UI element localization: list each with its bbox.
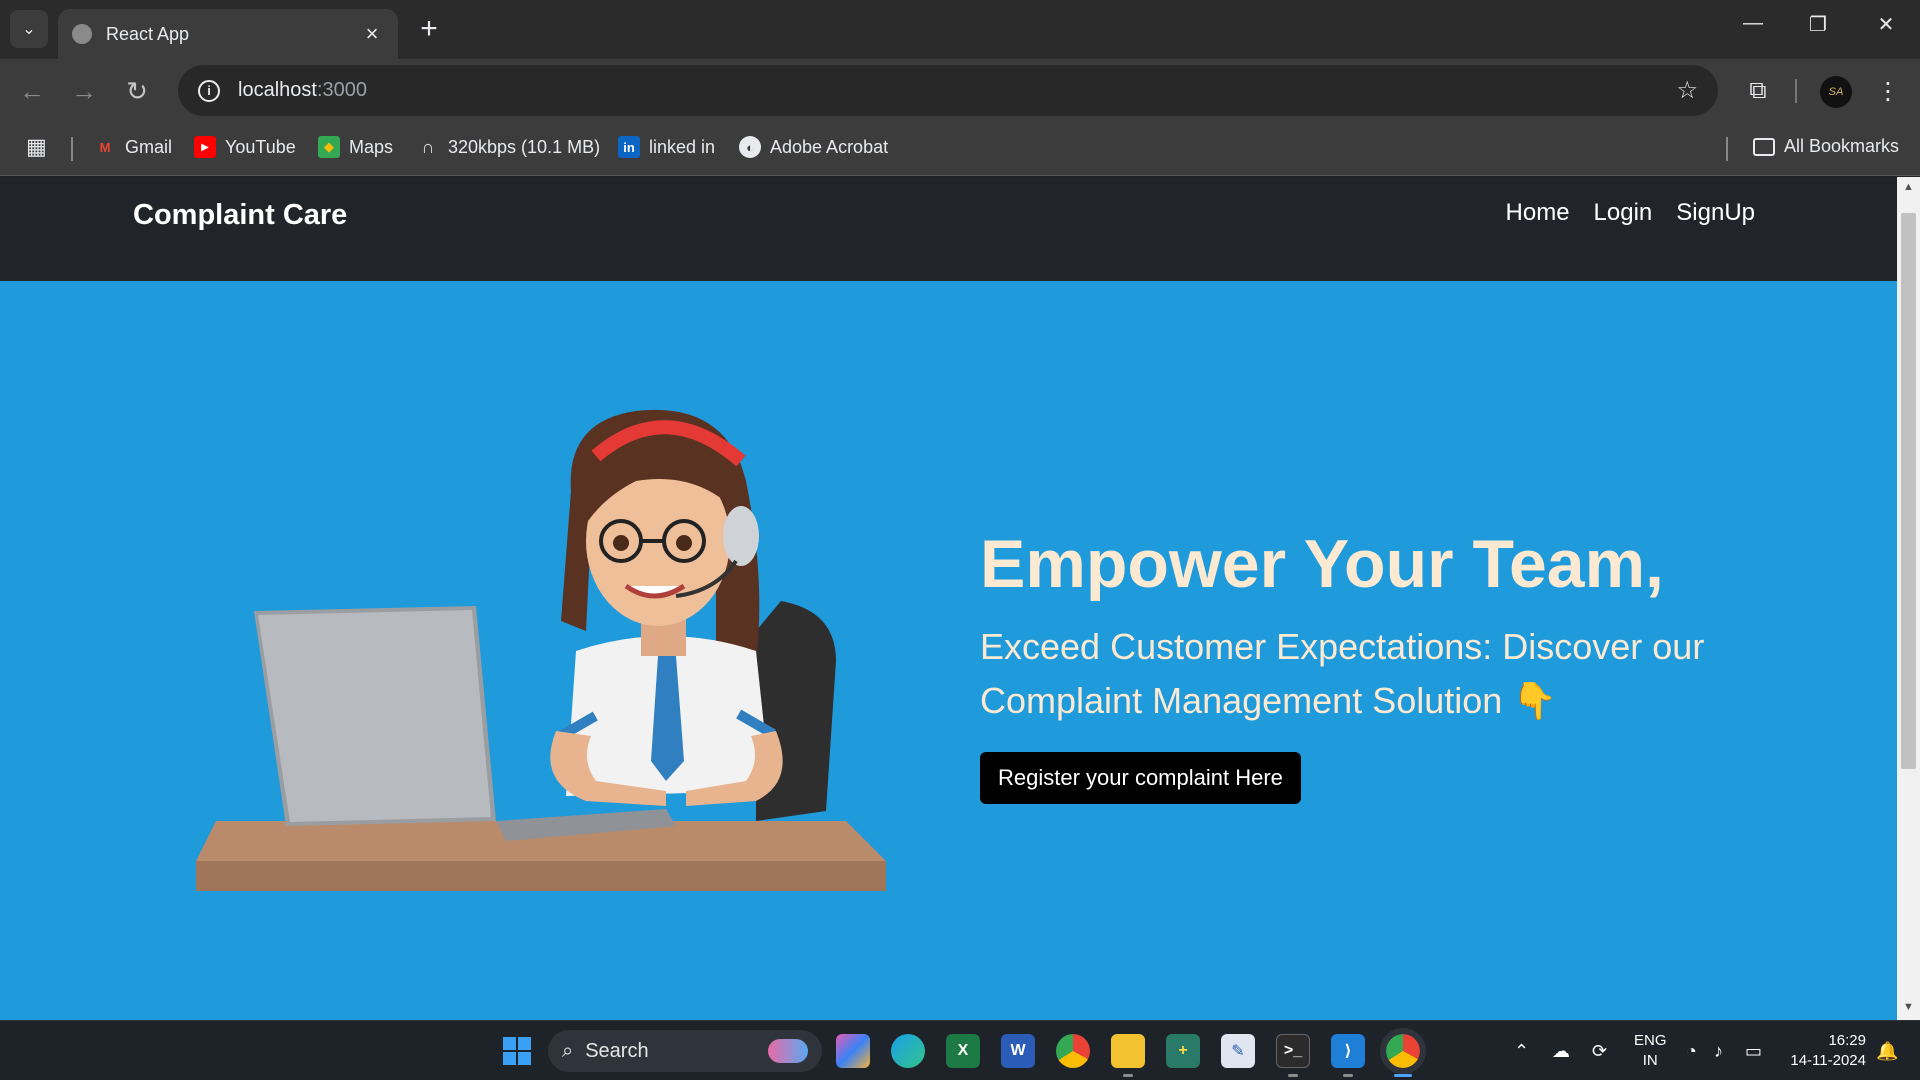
address-host: localhost [238, 79, 317, 101]
tab-title: React App [106, 23, 190, 44]
more-menu-icon[interactable]: ⋮ [1872, 77, 1904, 106]
folder-icon [1753, 137, 1775, 156]
sync-icon[interactable]: ⟳ [1592, 1041, 1607, 1062]
nav-home-link[interactable]: Home [1506, 199, 1570, 227]
battery-icon[interactable]: ▭ [1745, 1041, 1762, 1062]
windows-taskbar: ⌕ Search X W + ✎ >_ ⟩ ⌃ ☁ ⟳ ENG IN ◔ ♪ ▭… [0, 1020, 1920, 1080]
extensions-icon[interactable]: ⧉ [1742, 77, 1774, 105]
taskbar-search-label: Search [585, 1039, 649, 1062]
profile-avatar[interactable]: SA [1820, 76, 1852, 108]
notifications-bell-icon[interactable]: 🔔 [1876, 1041, 1898, 1062]
bookmark-star-icon[interactable]: ☆ [1676, 76, 1698, 105]
bookmark-gmail[interactable]: M Gmail [94, 136, 172, 158]
browser-tab[interactable]: React App × [58, 9, 398, 59]
onedrive-icon[interactable]: ☁ [1552, 1041, 1570, 1062]
globe-icon [72, 24, 92, 44]
bookmark-adobe-acrobat[interactable]: ◐ Adobe Acrobat [739, 136, 888, 158]
support-agent-illustration [196, 409, 886, 891]
minimize-icon[interactable]: — [1735, 12, 1771, 35]
document-edit-icon[interactable]: ✎ [1221, 1034, 1255, 1068]
tab-strip: ⌄ React App × + — ❐ ✕ [0, 0, 1920, 59]
youtube-icon: ▶ [194, 136, 216, 158]
back-arrow-icon[interactable]: ← [16, 75, 48, 107]
bookmark-maps[interactable]: ◆ Maps [318, 136, 393, 158]
bookmarks-divider [71, 137, 73, 161]
taskbar-search[interactable]: ⌕ Search [548, 1030, 822, 1072]
running-indicator [1123, 1074, 1133, 1077]
close-tab-icon[interactable]: × [360, 21, 384, 47]
page-scrollbar[interactable]: ▲ ▼ [1897, 177, 1920, 1020]
linkedin-icon: in [618, 136, 640, 158]
all-bookmarks[interactable]: All Bookmarks [1753, 136, 1899, 157]
page-viewport: Complaint Care Home Login SignUp Empower… [0, 177, 1897, 1020]
clock[interactable]: 16:29 14-11-2024 [1786, 1031, 1866, 1071]
language-indicator[interactable]: ENG IN [1634, 1031, 1667, 1071]
running-indicator [1288, 1074, 1298, 1077]
register-complaint-button[interactable]: Register your complaint Here [980, 752, 1301, 804]
word-icon[interactable]: W [1001, 1034, 1035, 1068]
new-tab-button[interactable]: + [414, 14, 444, 44]
edge-icon[interactable] [891, 1034, 925, 1068]
excel-icon[interactable]: X [946, 1034, 980, 1068]
chevron-down-icon: ⌄ [22, 21, 36, 38]
volume-icon[interactable]: ♪ [1714, 1041, 1723, 1062]
scroll-down-icon[interactable]: ▼ [1901, 1001, 1916, 1013]
bookmarks-divider [1726, 137, 1728, 161]
app-navbar: Complaint Care Home Login SignUp [0, 177, 1897, 281]
scrollbar-thumb[interactable] [1901, 213, 1916, 769]
search-highlight-icon [768, 1039, 808, 1063]
nav-login-link[interactable]: Login [1594, 199, 1653, 227]
forward-arrow-icon[interactable]: → [68, 75, 100, 107]
brand-logo[interactable]: Complaint Care [133, 199, 347, 232]
close-window-icon[interactable]: ✕ [1868, 12, 1904, 37]
site-info-icon[interactable]: i [198, 79, 220, 102]
show-hidden-icons[interactable]: ⌃ [1514, 1041, 1529, 1062]
search-icon: ⌕ [562, 1039, 574, 1062]
toolbar-divider [1795, 79, 1797, 103]
file-explorer-icon[interactable] [1111, 1034, 1145, 1068]
hero-text: Empower Your Team, Exceed Customer Expec… [980, 524, 1740, 804]
browser-toolbar: ← → ↻ i localhost :3000 ☆ ⧉ SA ⋮ [0, 59, 1920, 123]
globe-icon: ◐ [739, 136, 761, 158]
address-port: :3000 [316, 79, 367, 101]
terminal-icon[interactable]: >_ [1276, 1034, 1310, 1068]
maps-icon: ◆ [318, 136, 340, 158]
bookmark-youtube[interactable]: ▶ YouTube [194, 136, 296, 158]
chrome-icon[interactable] [1056, 1034, 1090, 1068]
copilot-icon[interactable] [836, 1034, 870, 1068]
vscode-icon[interactable]: ⟩ [1331, 1034, 1365, 1068]
active-app-indicator [1394, 1074, 1412, 1077]
nav-signup-link[interactable]: SignUp [1676, 199, 1755, 227]
tab-search-button[interactable]: ⌄ [10, 10, 48, 48]
restore-icon[interactable]: ❐ [1800, 12, 1836, 37]
hero-subtitle: Exceed Customer Expectations: Discover o… [980, 626, 1705, 721]
hero-title: Empower Your Team, [980, 526, 1664, 602]
chrome-profile-icon[interactable] [1380, 1028, 1426, 1074]
bookmark-320kbps[interactable]: ∩ 320kbps (10.1 MB) [417, 136, 601, 158]
reload-icon[interactable]: ↻ [121, 75, 153, 107]
bookmark-linkedin[interactable]: in linked in [618, 136, 715, 158]
scroll-up-icon[interactable]: ▲ [1901, 181, 1916, 193]
windows-start-icon[interactable] [500, 1034, 534, 1068]
address-bar[interactable]: i localhost :3000 ☆ [178, 65, 1718, 116]
headphones-icon: ∩ [421, 136, 435, 157]
bookmarks-bar: ▦ M Gmail ▶ YouTube ◆ Maps ∩ 320kbps (10… [0, 123, 1920, 176]
wifi-icon[interactable]: ◔ [1686, 1041, 1697, 1062]
app-plus-icon[interactable]: + [1166, 1034, 1200, 1068]
running-indicator [1343, 1074, 1353, 1077]
apps-grid-icon[interactable]: ▦ [26, 136, 47, 158]
nav-links: Home Login SignUp [1506, 199, 1755, 227]
gmail-icon: M [99, 139, 111, 155]
